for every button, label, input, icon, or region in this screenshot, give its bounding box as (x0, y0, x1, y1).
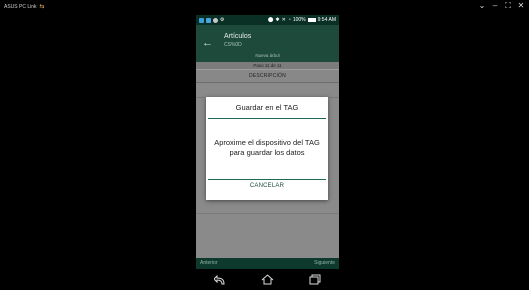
window-title: ASUS PC Link (4, 4, 37, 10)
bottom-nav-bar: Anterior Siguiente (196, 258, 339, 269)
settings-icon: ⚙ (220, 17, 225, 23)
window-controls: ⌄ – ⛶ ✕ (478, 1, 525, 11)
status-signal: 100% (292, 17, 306, 23)
divider (196, 213, 339, 214)
minimize-to-tray-button[interactable]: ⌄ (478, 1, 486, 11)
app-title: Artículos (224, 33, 252, 40)
notification-icon (199, 17, 204, 23)
back-icon[interactable] (213, 274, 226, 285)
mute-icon: ✕ (281, 17, 286, 23)
bluetooth-icon: ✱ (275, 17, 280, 23)
app-subtitle: CS%0D (224, 42, 242, 48)
battery-icon (307, 18, 316, 22)
app-hint: Nueva árbol (255, 53, 280, 58)
dialog-message: Aproxime el dispositivo del TAG para gua… (214, 138, 320, 157)
recent-apps-icon[interactable] (309, 274, 321, 285)
status-time: 9:54 AM (317, 17, 336, 23)
maximize-button[interactable]: ⛶ (504, 1, 512, 11)
minimize-button[interactable]: – (491, 1, 499, 11)
status-bar: ⚙ ⬤ ✱ ✕ ◔ 100% 9:54 AM (196, 15, 339, 25)
save-tag-dialog: Guardar en el TAG Aproxime el dispositiv… (206, 97, 328, 200)
link-icon: ⇆ (39, 4, 45, 10)
sync-icon (213, 17, 218, 23)
cancel-button[interactable]: CANCELAR (206, 183, 328, 189)
next-button[interactable]: Siguiente (314, 258, 335, 269)
back-arrow-icon[interactable]: ← (202, 37, 213, 49)
dialog-divider (208, 179, 326, 180)
description-header: DESCRIPCIÓN (196, 70, 339, 83)
location-icon: ⬤ (267, 17, 274, 23)
close-button[interactable]: ✕ (517, 1, 525, 11)
app-icon (206, 17, 211, 23)
wifi-icon: ◔ (287, 17, 291, 23)
previous-button[interactable]: Anterior (200, 258, 218, 269)
home-icon[interactable] (261, 274, 274, 285)
pc-link-title: ASUS PC Link ⇆ (4, 2, 45, 12)
phone-screen: ⚙ ⬤ ✱ ✕ ◔ 100% 9:54 AM ← Artículos CS%0D… (196, 15, 339, 290)
step-indicator: Paso 11 de 11 (196, 62, 339, 69)
app-bar: ← Artículos CS%0D Nueva árbol (196, 25, 339, 63)
dialog-divider (208, 118, 326, 119)
android-nav-bar (196, 269, 339, 290)
dialog-title: Guardar en el TAG (235, 103, 299, 112)
